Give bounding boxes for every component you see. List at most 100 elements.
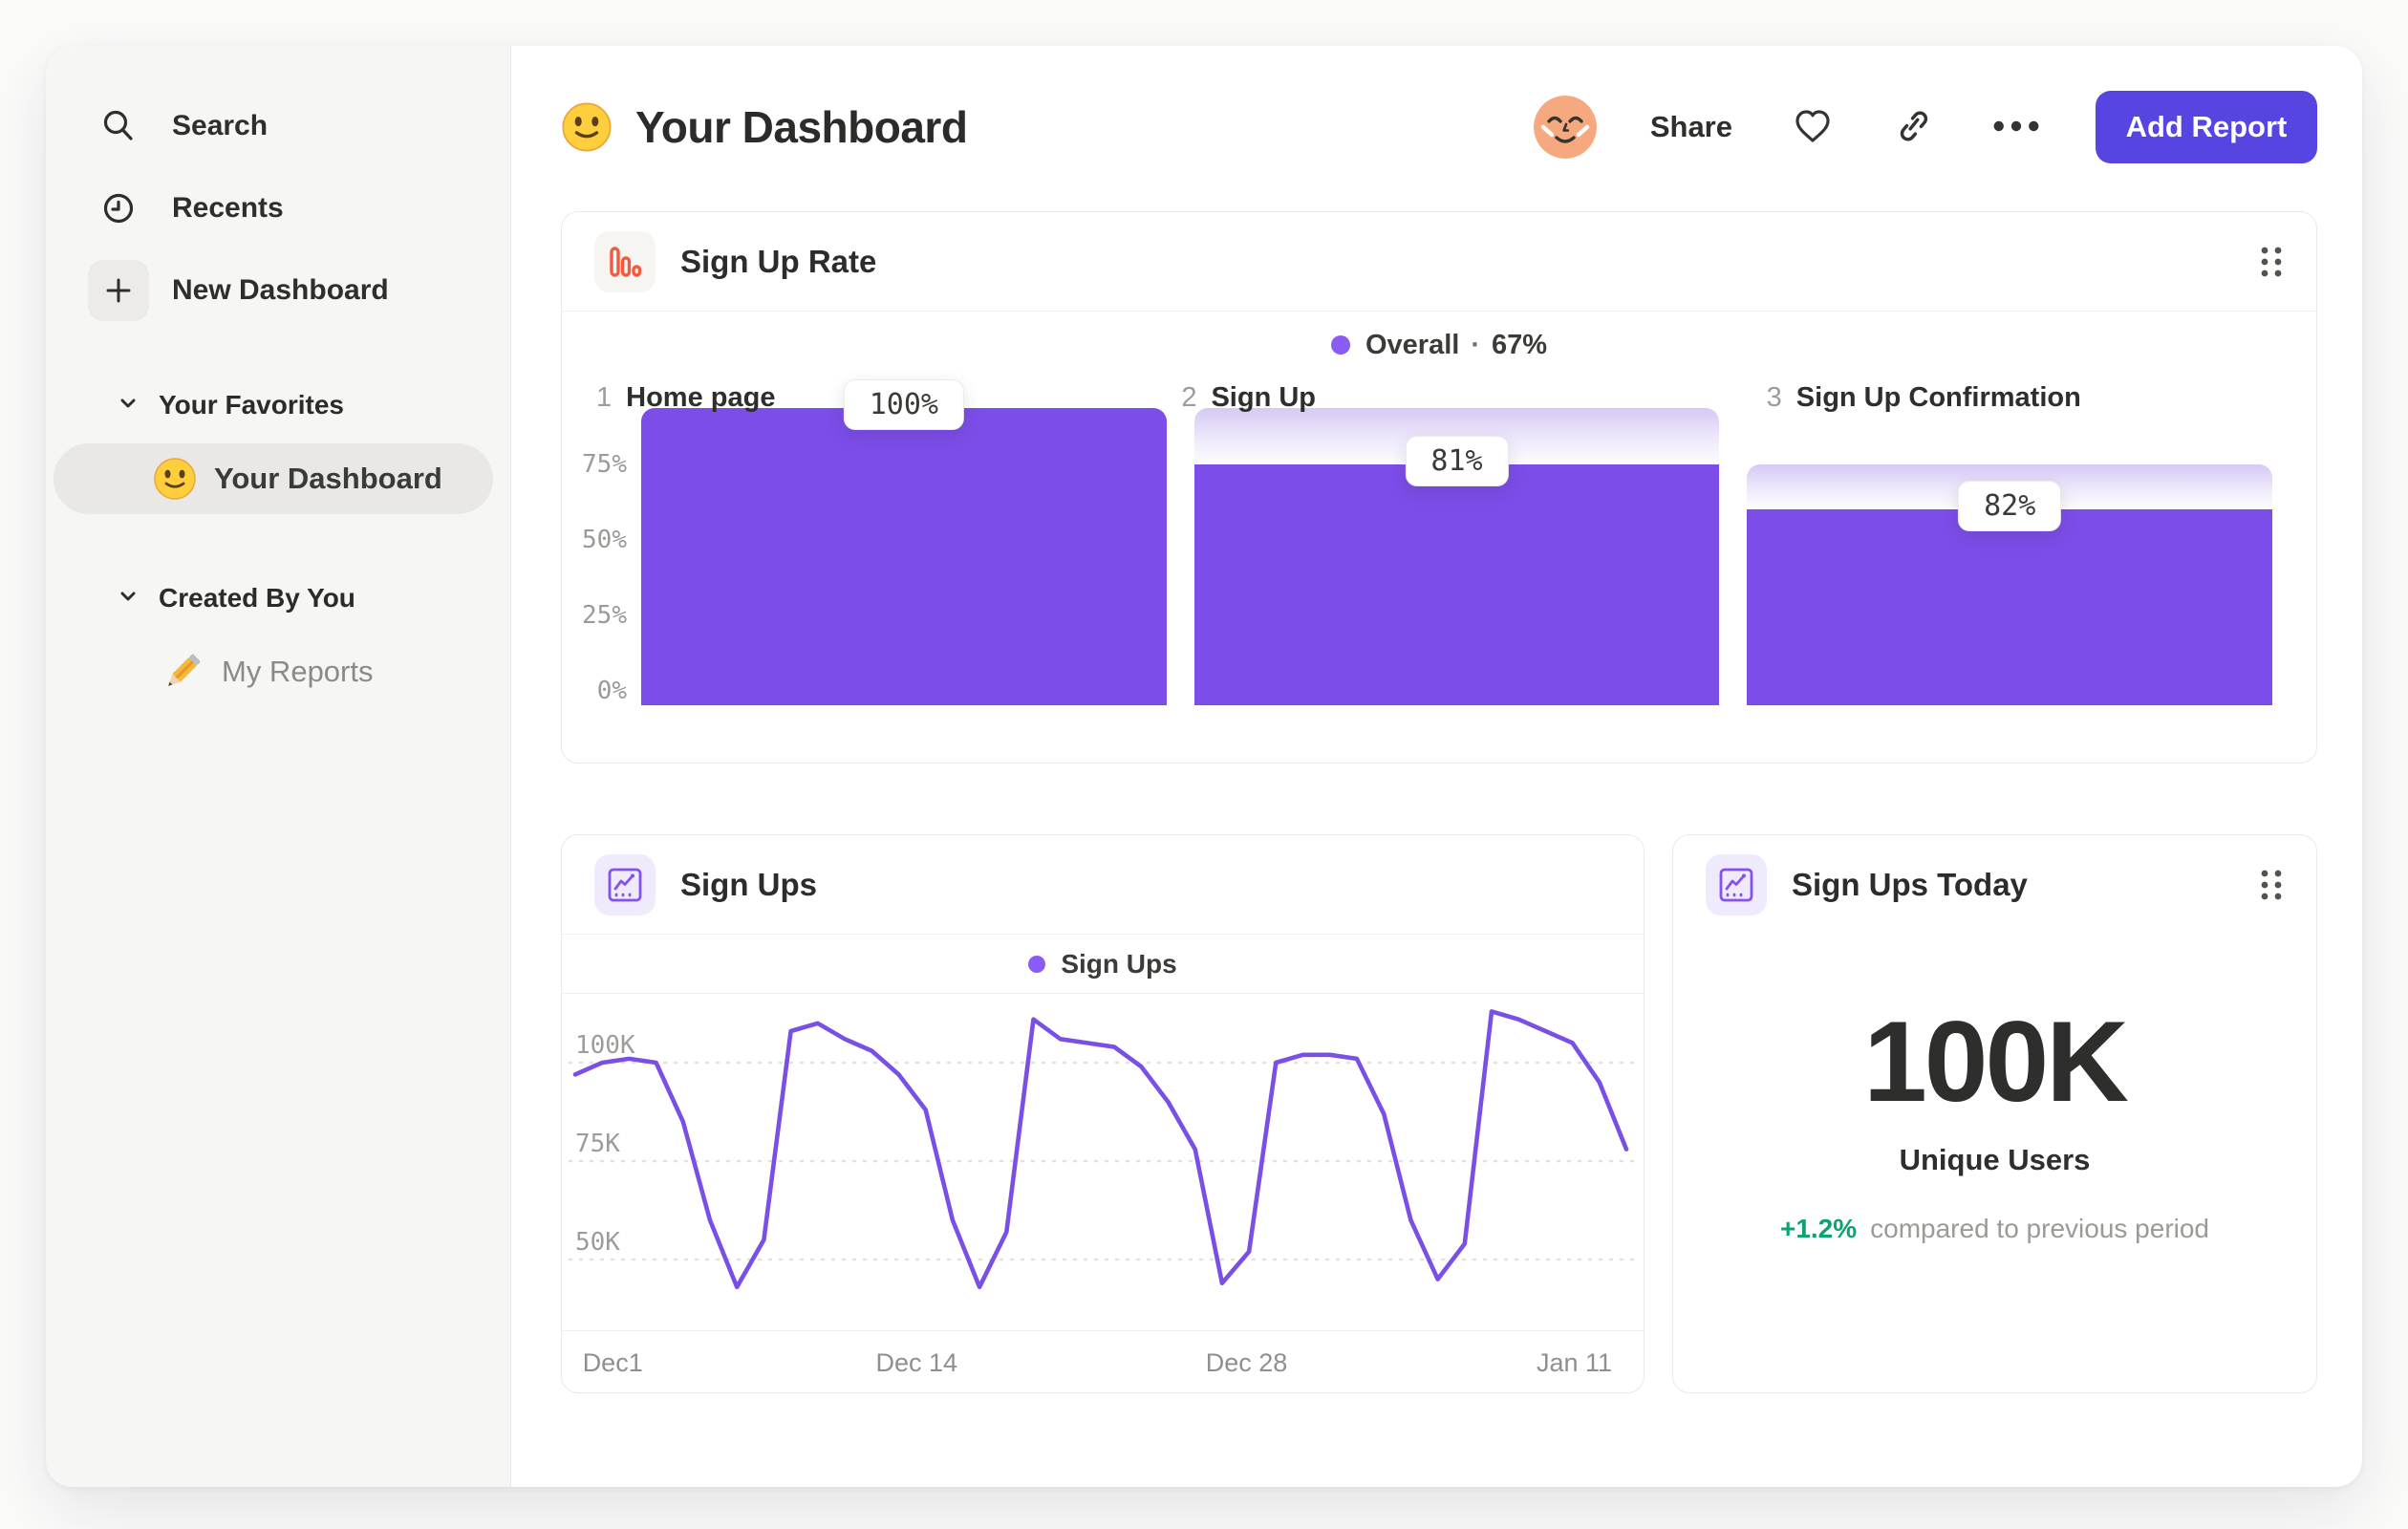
search-icon xyxy=(88,96,149,157)
sign-up-rate-card-header: Sign Up Rate xyxy=(562,212,2316,312)
copy-link-button[interactable] xyxy=(1893,106,1933,149)
sidebar-nav-new-dashboard[interactable]: New Dashboard xyxy=(88,260,484,321)
funnel-bar-sign-up[interactable]: 81% xyxy=(1193,408,1720,705)
line-chart: 100K 75K 50K xyxy=(562,994,1644,1330)
heart-icon xyxy=(1792,105,1834,150)
sidebar-item-my-reports[interactable]: My Reports xyxy=(88,636,484,707)
avatar[interactable] xyxy=(1533,96,1597,159)
sidebar-item-label: Your Dashboard xyxy=(214,462,442,495)
funnel-step-index: 1 xyxy=(596,382,613,413)
sidebar-item-label: My Reports xyxy=(222,655,374,688)
line-chart-svg xyxy=(568,1009,1638,1290)
sidebar-nav-search[interactable]: Search xyxy=(88,96,484,157)
funnel-bar-value-tooltip: 81% xyxy=(1405,436,1509,487)
line-x-tick: Dec 14 xyxy=(875,1348,958,1377)
sign-up-rate-card: Sign Up Rate Overall · 67% 75% 50% 25% 0% 10… xyxy=(561,211,2317,764)
stat-value: 100K xyxy=(1863,998,2129,1126)
drag-handle-icon[interactable] xyxy=(2259,867,2284,903)
share-button[interactable]: Share xyxy=(1650,110,1732,144)
section-header-your-favorites[interactable]: Your Favorites xyxy=(88,378,484,432)
chevron-down-icon xyxy=(118,587,138,611)
sign-ups-today-card: Sign Ups Today 100K Unique Users +1.2% c… xyxy=(1672,834,2317,1393)
funnel-step-label: 3 Sign Up Confirmation xyxy=(1761,382,2318,414)
funnel-y-tick: 25% xyxy=(582,601,627,630)
legend-dot-sign-ups xyxy=(1028,955,1046,973)
funnel-bar-fill xyxy=(1193,464,1720,705)
stat-value-label: Unique Users xyxy=(1899,1143,2091,1176)
sidebar-nav-label: Search xyxy=(172,110,269,141)
legend-name: Overall xyxy=(1365,329,1460,360)
funnel-bars-icon xyxy=(594,230,656,292)
funnel-step-name: Home page xyxy=(626,382,776,413)
plus-icon xyxy=(88,260,149,321)
funnel-step-name: Sign Up Confirmation xyxy=(1795,382,2081,413)
line-x-tick: Dec 28 xyxy=(1205,1348,1288,1377)
funnel-y-tick: 75% xyxy=(582,450,627,479)
line-chart-x-axis: Dec1 Dec 14 Dec 28 Jan 11 xyxy=(562,1330,1644,1393)
page-header: Your Dashboard Share Add Report xyxy=(561,88,2317,166)
drag-handle-icon[interactable] xyxy=(2259,244,2284,280)
header-actions: Share Add Report xyxy=(1533,91,2317,163)
main-area: Your Dashboard Share Add Report Sign Up … xyxy=(511,46,2362,1487)
line-y-tick: 100K xyxy=(575,1031,635,1060)
sidebar-nav-label: Recents xyxy=(172,192,284,224)
line-x-tick: Jan 11 xyxy=(1537,1348,1613,1377)
sidebar-section: Created By You My Reports xyxy=(88,571,484,707)
line-x-tick: Dec1 xyxy=(582,1348,643,1377)
cards-row: Sign Ups Sign Ups 100K 75K 50K Dec1 Dec 14 D… xyxy=(561,834,2317,1393)
funnel-bar-home-page[interactable]: 100% xyxy=(641,379,1167,705)
funnel-step-label: 1 Home page xyxy=(591,382,1148,414)
sidebar-section: Your Favorites Your Dashboard xyxy=(54,378,493,514)
funnel-step-label: 2 Sign Up xyxy=(1175,382,1732,414)
funnel-step-index: 3 xyxy=(1766,382,1782,413)
section-header-created-by-you[interactable]: Created By You xyxy=(88,571,484,625)
sidebar-item-your-dashboard[interactable]: Your Dashboard xyxy=(54,443,493,514)
legend-value: 67% xyxy=(1491,329,1548,360)
stat-change-note: compared to previous period xyxy=(1870,1214,2210,1243)
sidebar: Search Recents New Dashboard Your Favorite… xyxy=(46,46,511,1487)
funnel-y-tick: 50% xyxy=(582,526,627,554)
legend-dot-overall xyxy=(1330,335,1350,355)
legend-name: Sign Ups xyxy=(1061,948,1177,979)
sidebar-nav-label: New Dashboard xyxy=(172,274,389,306)
smiley-emoji-icon xyxy=(561,101,613,153)
funnel-bar-fill xyxy=(1747,508,2273,705)
smiley-emoji-icon xyxy=(153,457,197,501)
recents-clock-icon xyxy=(88,178,149,239)
funnel-bars: 100% 81% 82% xyxy=(641,379,2273,705)
funnel-legend: Overall · 67% xyxy=(562,312,2316,378)
page-title: Your Dashboard xyxy=(635,102,968,152)
funnel-step-index: 2 xyxy=(1181,382,1197,413)
add-report-button[interactable]: Add Report xyxy=(2096,91,2317,163)
favorite-heart-button[interactable] xyxy=(1792,105,1834,150)
sign-ups-card-header: Sign Ups xyxy=(562,835,1644,935)
link-icon xyxy=(1893,106,1933,149)
stat-body: 100K Unique Users +1.2% compared to prev… xyxy=(1673,996,2316,1244)
funnel-x-labels: 1 Home page 2 Sign Up 3 Sign Up Confirmation xyxy=(591,382,2318,414)
funnel-bar-fill xyxy=(641,408,1167,705)
sidebar-nav-recents[interactable]: Recents xyxy=(88,178,484,239)
sign-ups-today-card-header: Sign Ups Today xyxy=(1673,835,2316,935)
sign-ups-card: Sign Ups Sign Ups 100K 75K 50K Dec1 Dec 14 D… xyxy=(561,834,1645,1393)
chevron-down-icon xyxy=(118,394,138,418)
card-title: Sign Ups xyxy=(680,866,818,902)
more-options-button[interactable] xyxy=(1992,118,2040,137)
app-window: Search Recents New Dashboard Your Favorite… xyxy=(46,46,2362,1487)
sidebar-nav: Search Recents New Dashboard xyxy=(88,96,484,321)
line-y-tick: 50K xyxy=(575,1228,620,1257)
funnel-bar-sign-up-confirmation[interactable]: 82% xyxy=(1747,408,2273,705)
line-y-tick: 75K xyxy=(575,1130,620,1158)
sign-ups-series-line[interactable] xyxy=(572,1009,1629,1290)
card-title: Sign Ups Today xyxy=(1792,867,2028,902)
funnel-bar-value-tooltip: 82% xyxy=(1958,480,2062,531)
stat-change-delta: +1.2% xyxy=(1779,1214,1858,1243)
section-title: Your Favorites xyxy=(159,390,344,420)
funnel-step-name: Sign Up xyxy=(1211,382,1317,413)
page-title-group: Your Dashboard xyxy=(561,101,968,153)
line-chart-icon xyxy=(1706,854,1767,915)
funnel-y-tick: 0% xyxy=(596,677,627,705)
pencil-emoji-icon xyxy=(161,650,204,694)
funnel-chart: 75% 50% 25% 0% 100% 81% 82% xyxy=(562,378,2316,705)
stat-change-row: +1.2% compared to previous period xyxy=(1673,1214,2316,1244)
line-chart-icon xyxy=(594,853,656,915)
